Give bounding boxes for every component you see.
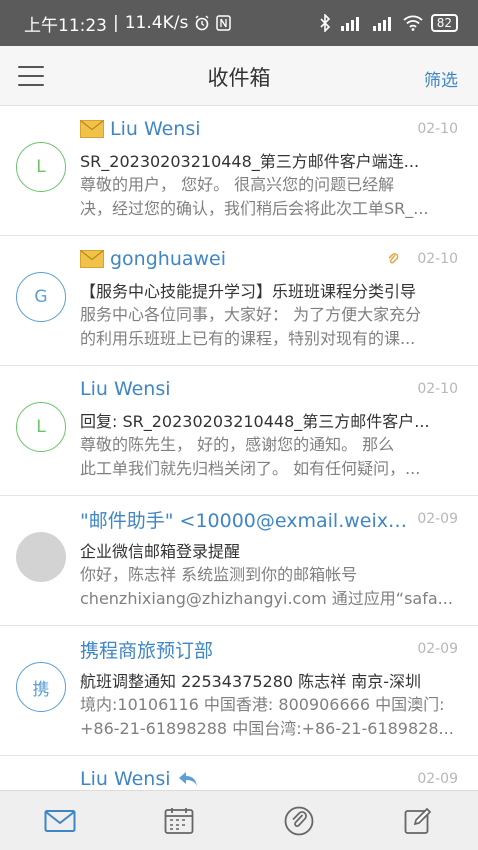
tab-mail[interactable] [0,791,120,850]
sender-name: "邮件助手" <10000@exmail.weixi... [80,509,408,532]
signal-icon-2 [372,17,391,31]
mail-preview: 尊敬的用户， 您好。 很高兴您的问题已经解 决，经过您的确认，我们稍后会将此次工… [80,173,456,221]
inbox-header: 收件箱 筛选 [0,46,478,106]
mail-header-row: gonghuawei 02-10 [80,246,458,272]
status-right: 82 [319,14,458,32]
mail-date: 02-09 [417,511,458,527]
status-bar: 上午11:23 | 11.4K/s 82 [0,0,478,46]
tab-compose[interactable] [359,791,478,850]
mail-item[interactable]: "邮件助手" <10000@exmail.weixi... 02-09 企业微信… [0,496,478,626]
preview-line: 你好，陈志祥 系统监测到你的邮箱帐号 [80,565,358,584]
preview-line: 的利用乐班班上已有的课程，特别对现有的课... [80,329,416,348]
mail-date: 02-09 [417,641,458,657]
mail-header-row: Liu Wensi 02-09 [80,766,458,790]
tab-calendar[interactable] [120,791,240,850]
envelope-icon [80,250,104,268]
status-separator: | [113,13,119,33]
tab-attachments[interactable] [239,791,359,850]
mail-item[interactable]: Liu Wensi 02-09 [0,756,478,790]
mail-subject: 【服务中心技能提升学习】乐班班课程分类引导 [80,282,417,301]
mail-date: 02-10 [417,251,458,267]
mail-item[interactable]: 携 携程商旅预订部 02-09 航班调整通知 22534375280 陈志祥 南… [0,626,478,756]
mail-date: 02-10 [417,381,458,397]
mail-icon [44,809,76,832]
mail-preview: 尊敬的陈先生， 好的，感谢您的通知。 那么 此工单我们就先归档关闭了。 如有任何… [80,433,456,481]
calendar-icon [164,807,194,834]
avatar: L [16,402,66,452]
nfc-icon [216,15,232,31]
page-title: 收件箱 [207,66,271,90]
mail-item[interactable]: L Liu Wensi 02-10 SR_20230203210448_第三方邮… [0,106,478,236]
signal-icon [340,17,359,31]
preview-line: 决，经过您的确认，我们稍后会将此次工单SR_... [80,199,429,218]
mail-preview: 境内:10106116 中国香港: 800906666 中国澳门: +86-21… [80,693,456,741]
avatar: G [16,272,66,322]
compose-icon [404,807,432,834]
avatar: L [16,142,66,192]
mail-date: 02-09 [417,771,458,787]
mail-subject: 航班调整通知 22534375280 陈志祥 南京-深圳 [80,672,422,691]
preview-line: 尊敬的陈先生， 好的，感谢您的通知。 那么 [80,435,395,454]
mail-list[interactable]: L Liu Wensi 02-10 SR_20230203210448_第三方邮… [0,106,478,790]
envelope-icon [80,120,104,138]
mail-preview: 你好，陈志祥 系统监测到你的邮箱帐号 chenzhixiang@zhizhang… [80,563,456,611]
battery-indicator: 82 [430,14,458,32]
filter-button[interactable]: 筛选 [424,66,458,91]
status-time: 上午11:23 [24,15,107,36]
sender-name: gonghuawei [110,248,227,270]
mail-item[interactable]: G gonghuawei 02-10 【服务中心技能提升学习】乐班班课程分类引导… [0,236,478,366]
status-net-speed: 11.4K/s [124,13,189,33]
sender-name: 携程商旅预订部 [80,639,214,662]
mail-item[interactable]: L Liu Wensi 02-10 回复: SR_20230203210448_… [0,366,478,496]
sender-name: Liu Wensi [110,118,201,140]
mail-date: 02-10 [417,121,458,137]
avatar [16,532,66,582]
preview-line: 服务中心各位同事，大家好： 为了方便大家充分 [80,305,422,324]
preview-line: 境内:10106116 中国香港: 800906666 中国澳门: [80,695,445,714]
alarm-icon [195,15,209,31]
avatar: 携 [16,662,66,712]
preview-line: chenzhixiang@zhizhangyi.com 通过应用“safa... [80,589,453,608]
mail-subject: 回复: SR_20230203210448_第三方邮件客户... [80,412,430,431]
sender-name: Liu Wensi [80,768,171,790]
mail-subject: SR_20230203210448_第三方邮件客户端连... [80,152,420,171]
preview-line: 此工单我们就先归档关闭了。 如有任何疑问，... [80,459,421,478]
bluetooth-icon [320,14,330,32]
mail-header-row: Liu Wensi 02-10 [80,376,458,402]
mail-header-row: Liu Wensi 02-10 [80,116,458,142]
preview-line: +86-21-61898288 中国台湾:+86-21-6189828... [80,719,454,738]
mail-header-row: "邮件助手" <10000@exmail.weixi... 02-09 [80,506,458,532]
mail-preview: 服务中心各位同事，大家好： 为了方便大家充分 的利用乐班班上已有的课程，特别对现… [80,303,456,351]
preview-line: 尊敬的用户， 您好。 很高兴您的问题已经解 [80,175,395,194]
attachment-icon [284,806,314,835]
reply-arrow-icon [178,772,197,786]
wifi-icon [403,15,423,31]
mail-header-row: 携程商旅预订部 02-09 [80,636,458,662]
sender-name: Liu Wensi [80,378,171,400]
status-left: 上午11:23 | 11.4K/s [24,11,232,36]
mail-subject: 企业微信邮箱登录提醒 [80,542,241,561]
bottom-tab-bar [0,790,478,850]
paperclip-icon [388,252,399,264]
